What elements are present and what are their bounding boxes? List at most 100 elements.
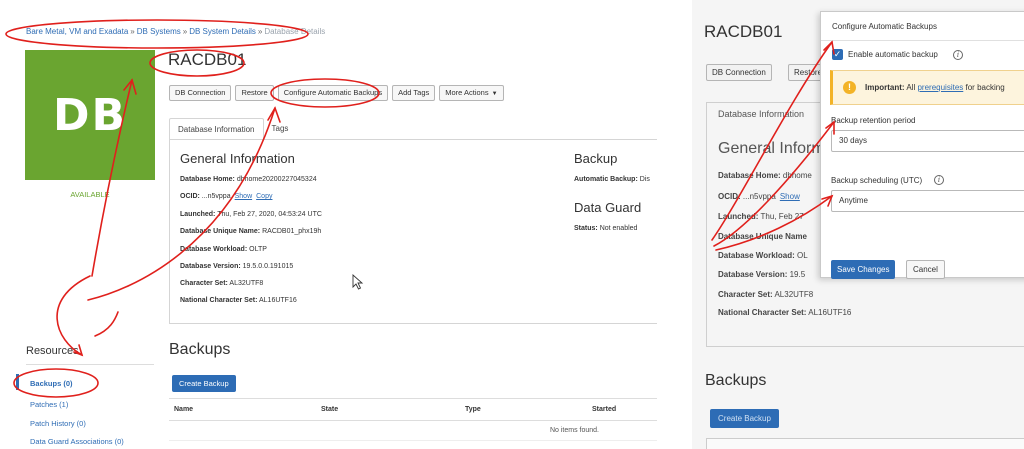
data-guard-value: Not enabled <box>599 225 638 232</box>
resource-item-backups[interactable]: Backups (0) <box>30 379 73 388</box>
column-header-type[interactable]: Type <box>465 406 481 413</box>
db-connection-button[interactable]: DB Connection <box>169 85 232 101</box>
resource-item-patches[interactable]: Patches (1) <box>30 400 68 409</box>
backup-scheduling-select[interactable]: Anytime <box>831 190 1024 212</box>
info-row-launched: Launched: Thu, Feb 27 <box>718 212 804 221</box>
info-label: Character Set: <box>718 290 773 299</box>
breadcrumb-bare-metal[interactable]: Bare Metal, VM and Exadata <box>26 27 128 36</box>
table-header: Name State Type Started <box>169 399 657 421</box>
backups-table <box>706 438 1024 449</box>
warning-text: Important: All prerequisites for backing <box>865 83 1005 92</box>
create-backup-button[interactable]: Create Backup <box>172 375 236 392</box>
info-row-launched: Launched: Thu, Feb 27, 2020, 04:53:24 UT… <box>180 211 322 218</box>
add-tags-button[interactable]: Add Tags <box>392 85 436 101</box>
info-label: Character Set: <box>180 280 228 287</box>
breadcrumb-separator: » <box>257 27 263 36</box>
breadcrumb-current: Database Details <box>264 27 326 36</box>
details-tabs: Database Information Tags <box>169 118 296 140</box>
info-label: National Character Set: <box>180 297 258 304</box>
info-row-ocid: OCID: ...n5vppa Show <box>718 192 800 201</box>
info-value: ...n5vppa <box>201 193 231 200</box>
warning-strong: Important: <box>865 83 905 92</box>
backup-value: Dis <box>639 176 650 183</box>
breadcrumb: Bare Metal, VM and Exadata» DB Systems» DB… <box>26 27 325 36</box>
enable-backup-checkbox[interactable]: ✓ <box>832 49 843 60</box>
retention-period-select[interactable]: 30 days <box>831 130 1024 152</box>
info-label: Launched: <box>718 212 759 221</box>
backups-table: Name State Type Started No items found. <box>169 398 657 441</box>
create-backup-button[interactable]: Create Backup <box>710 409 779 428</box>
info-row-version: Database Version: 19.5.0.0.191015 <box>180 263 293 270</box>
info-row-unique-name: Database Unique Name <box>718 232 807 241</box>
schedule-label: Backup scheduling (UTC) <box>831 176 923 185</box>
info-row-version: Database Version: 19.5 <box>718 270 805 279</box>
more-actions-button[interactable]: More Actions ▼ <box>439 85 504 101</box>
info-value: OLTP <box>249 246 267 253</box>
resource-item-patch-history[interactable]: Patch History (0) <box>30 419 86 428</box>
info-row-national-character-set: National Character Set: AL16UTF16 <box>180 297 297 304</box>
caret-down-icon: ▼ <box>491 91 498 97</box>
info-label: OCID: <box>180 193 200 200</box>
info-row-database-home: Database Home: dbhome20200227045324 <box>180 176 317 183</box>
warning-text-b: for backing <box>963 83 1005 92</box>
info-value: 19.5 <box>789 270 806 279</box>
save-changes-button[interactable]: Save Changes <box>831 260 896 279</box>
info-value: Thu, Feb 27 <box>760 212 804 221</box>
column-header-state[interactable]: State <box>321 406 338 413</box>
tab-tags[interactable]: Tags <box>264 118 297 140</box>
info-row-character-set: Character Set: AL32UTF8 <box>718 290 813 299</box>
warning-text-a: All <box>904 83 918 92</box>
page-title: RACDB01 <box>168 50 247 69</box>
configure-automatic-backups-button[interactable]: Configure Automatic Backups <box>277 85 389 101</box>
ocid-show-link[interactable]: Show <box>235 193 253 200</box>
database-tile-label: DB <box>52 89 128 141</box>
info-value: AL16UTF16 <box>808 308 852 317</box>
backups-heading: Backups <box>169 341 231 358</box>
backup-label: Automatic Backup: <box>574 176 638 183</box>
info-value: dbhome <box>782 171 812 180</box>
ocid-show-link[interactable]: Show <box>780 192 800 201</box>
empty-message: No items found. <box>549 427 599 434</box>
dialog-divider <box>821 40 1024 41</box>
info-row-character-set: Character Set: AL32UTF8 <box>180 280 263 287</box>
column-header-name[interactable]: Name <box>174 406 193 413</box>
warning-icon: ! <box>843 81 856 94</box>
database-tile: DB <box>25 50 155 180</box>
cancel-button[interactable]: Cancel <box>906 260 945 279</box>
screenshot-stage: Bare Metal, VM and Exadata» DB Systems» DB… <box>0 0 1024 449</box>
tab-database-information[interactable]: Database Information <box>169 118 264 140</box>
info-label: National Character Set: <box>718 308 807 317</box>
page-title: RACDB01 <box>704 22 783 41</box>
backups-heading: Backups <box>705 372 767 389</box>
info-row-workload: Database Workload: OL <box>718 251 808 260</box>
info-icon[interactable]: i <box>934 175 944 185</box>
info-label: Database Workload: <box>718 251 795 260</box>
table-empty-row: No items found. <box>169 421 657 441</box>
column-header-started[interactable]: Started <box>592 406 616 413</box>
general-information-heading: General Information <box>180 151 295 166</box>
prerequisites-warning: ! Important: All prerequisites for backi… <box>830 70 1024 105</box>
action-toolbar: DB Connection Restore Configure Automati… <box>169 85 504 101</box>
tab-database-information[interactable]: Database Information <box>718 109 804 119</box>
breadcrumb-separator: » <box>130 27 135 36</box>
db-connection-button[interactable]: DB Connection <box>706 64 772 81</box>
resources-active-indicator <box>16 374 19 390</box>
info-icon[interactable]: i <box>953 50 963 60</box>
info-label: OCID: <box>718 192 741 201</box>
info-label: Launched: <box>180 211 216 218</box>
resource-item-data-guard[interactable]: Data Guard Associations (0) <box>30 437 124 446</box>
restore-button[interactable]: Restore <box>235 85 274 101</box>
info-row-ocid: OCID: ...n5vppa Show Copy <box>180 193 272 200</box>
breadcrumb-db-systems[interactable]: DB Systems <box>137 27 181 36</box>
info-value: OL <box>797 251 808 260</box>
data-guard-label: Status: <box>574 225 598 232</box>
data-guard-row: Status: Not enabled <box>574 225 637 232</box>
breadcrumb-db-system-details[interactable]: DB System Details <box>189 27 256 36</box>
more-actions-label: More Actions <box>445 88 489 97</box>
database-status: AVAILABLE <box>70 190 110 199</box>
backup-row: Automatic Backup: Dis <box>574 176 650 183</box>
info-label: Database Home: <box>718 171 781 180</box>
ocid-copy-link[interactable]: Copy <box>256 193 272 200</box>
info-row-database-home: Database Home: dbhome <box>718 171 812 180</box>
prerequisites-link[interactable]: prerequisites <box>917 83 963 92</box>
